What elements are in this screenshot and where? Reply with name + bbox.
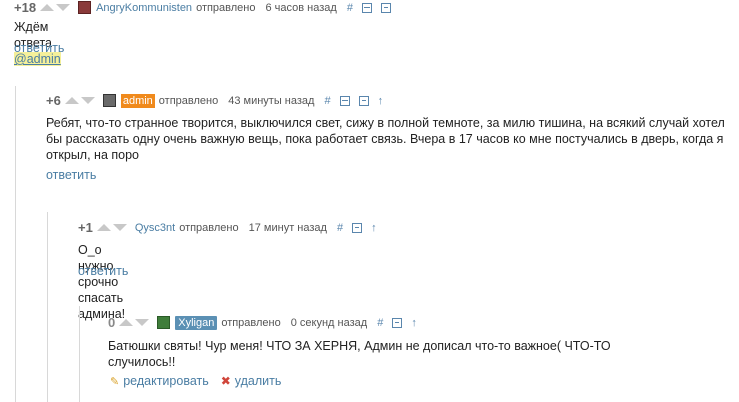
comment-score: 0 xyxy=(108,315,116,330)
thread-line xyxy=(47,212,48,402)
comment-score: +6 xyxy=(46,93,61,108)
comment-author[interactable]: Qysc3nt xyxy=(135,222,175,234)
parent-arrow-icon[interactable]: ↑ xyxy=(378,95,384,107)
permalink-hash-icon[interactable]: # xyxy=(324,95,330,107)
sent-label: отправлено xyxy=(158,94,219,107)
thread-line xyxy=(79,306,80,402)
parent-arrow-icon[interactable]: ↑ xyxy=(371,222,377,234)
delete-button[interactable]: ✖ удалить xyxy=(221,374,282,388)
reply-link[interactable]: ответить xyxy=(14,41,64,55)
comment-score: +18 xyxy=(14,0,37,15)
reply-link[interactable]: ответить xyxy=(78,264,128,278)
sent-label: отправлено xyxy=(221,316,281,329)
comment-author[interactable]: admin xyxy=(120,93,155,108)
avatar[interactable] xyxy=(102,94,116,107)
reply-link[interactable]: ответить xyxy=(46,168,96,182)
downvote-icon[interactable] xyxy=(112,224,127,231)
upvote-icon[interactable] xyxy=(96,224,111,231)
save-icon[interactable] xyxy=(380,2,391,13)
sent-label: отправлено xyxy=(179,221,239,234)
comment-time: 17 минут назад xyxy=(248,221,327,234)
edit-label: редактировать xyxy=(123,374,209,388)
comment-time: 43 минуты назад xyxy=(228,94,315,107)
comment-score: +1 xyxy=(78,220,93,235)
comment-text: Ребят, что-то странное творится, выключи… xyxy=(46,116,725,162)
thread-line xyxy=(15,86,16,402)
cross-icon: ✖ xyxy=(220,374,231,388)
comment-author[interactable]: Xyligan xyxy=(175,315,218,330)
comment-time: 6 часов назад xyxy=(265,1,337,14)
pencil-icon: ✎ xyxy=(110,375,120,388)
avatar[interactable] xyxy=(157,316,171,329)
downvote-icon[interactable] xyxy=(56,4,71,11)
sent-label: отправлено xyxy=(196,1,256,14)
upvote-icon[interactable] xyxy=(64,97,79,104)
downvote-icon[interactable] xyxy=(135,319,150,326)
comment-header: +1 Qysc3nt отправлено 17 минут назад # ↑ xyxy=(78,220,377,235)
upvote-icon[interactable] xyxy=(119,319,134,326)
permalink-hash-icon[interactable]: # xyxy=(347,2,353,14)
parent-arrow-icon[interactable]: ↑ xyxy=(411,317,417,329)
comment-text: О_о нужно срочно спасать админа! xyxy=(78,243,126,321)
upvote-icon[interactable] xyxy=(40,4,55,11)
comment-author[interactable]: AngryKommunisten xyxy=(96,2,192,14)
edit-button[interactable]: ✎ редактировать xyxy=(110,374,209,388)
save-icon[interactable] xyxy=(358,95,369,106)
save-icon[interactable] xyxy=(352,222,363,233)
comment-text: Батюшки святы! Чур меня! ЧТО ЗА ХЕРНЯ, А… xyxy=(108,339,611,369)
delete-label: удалить xyxy=(234,374,282,388)
comment-actions: ✎ редактировать ✖ удалить xyxy=(110,374,293,388)
avatar[interactable] xyxy=(78,1,92,14)
permalink-hash-icon[interactable]: # xyxy=(377,317,383,329)
comment-time: 0 секунд назад xyxy=(290,316,368,329)
comment-header: +18 AngryKommunisten отправлено 6 часов … xyxy=(14,0,400,15)
collapse-icon[interactable] xyxy=(361,2,372,13)
permalink-hash-icon[interactable]: # xyxy=(337,222,343,234)
save-icon[interactable] xyxy=(392,317,403,328)
collapse-icon[interactable] xyxy=(339,95,350,106)
downvote-icon[interactable] xyxy=(80,97,95,104)
comment-header: +6 admin отправлено 43 минуты назад # ↑ xyxy=(46,93,383,108)
comment-header: 0 Xyligan отправлено 0 секунд назад # ↑ xyxy=(108,315,417,330)
